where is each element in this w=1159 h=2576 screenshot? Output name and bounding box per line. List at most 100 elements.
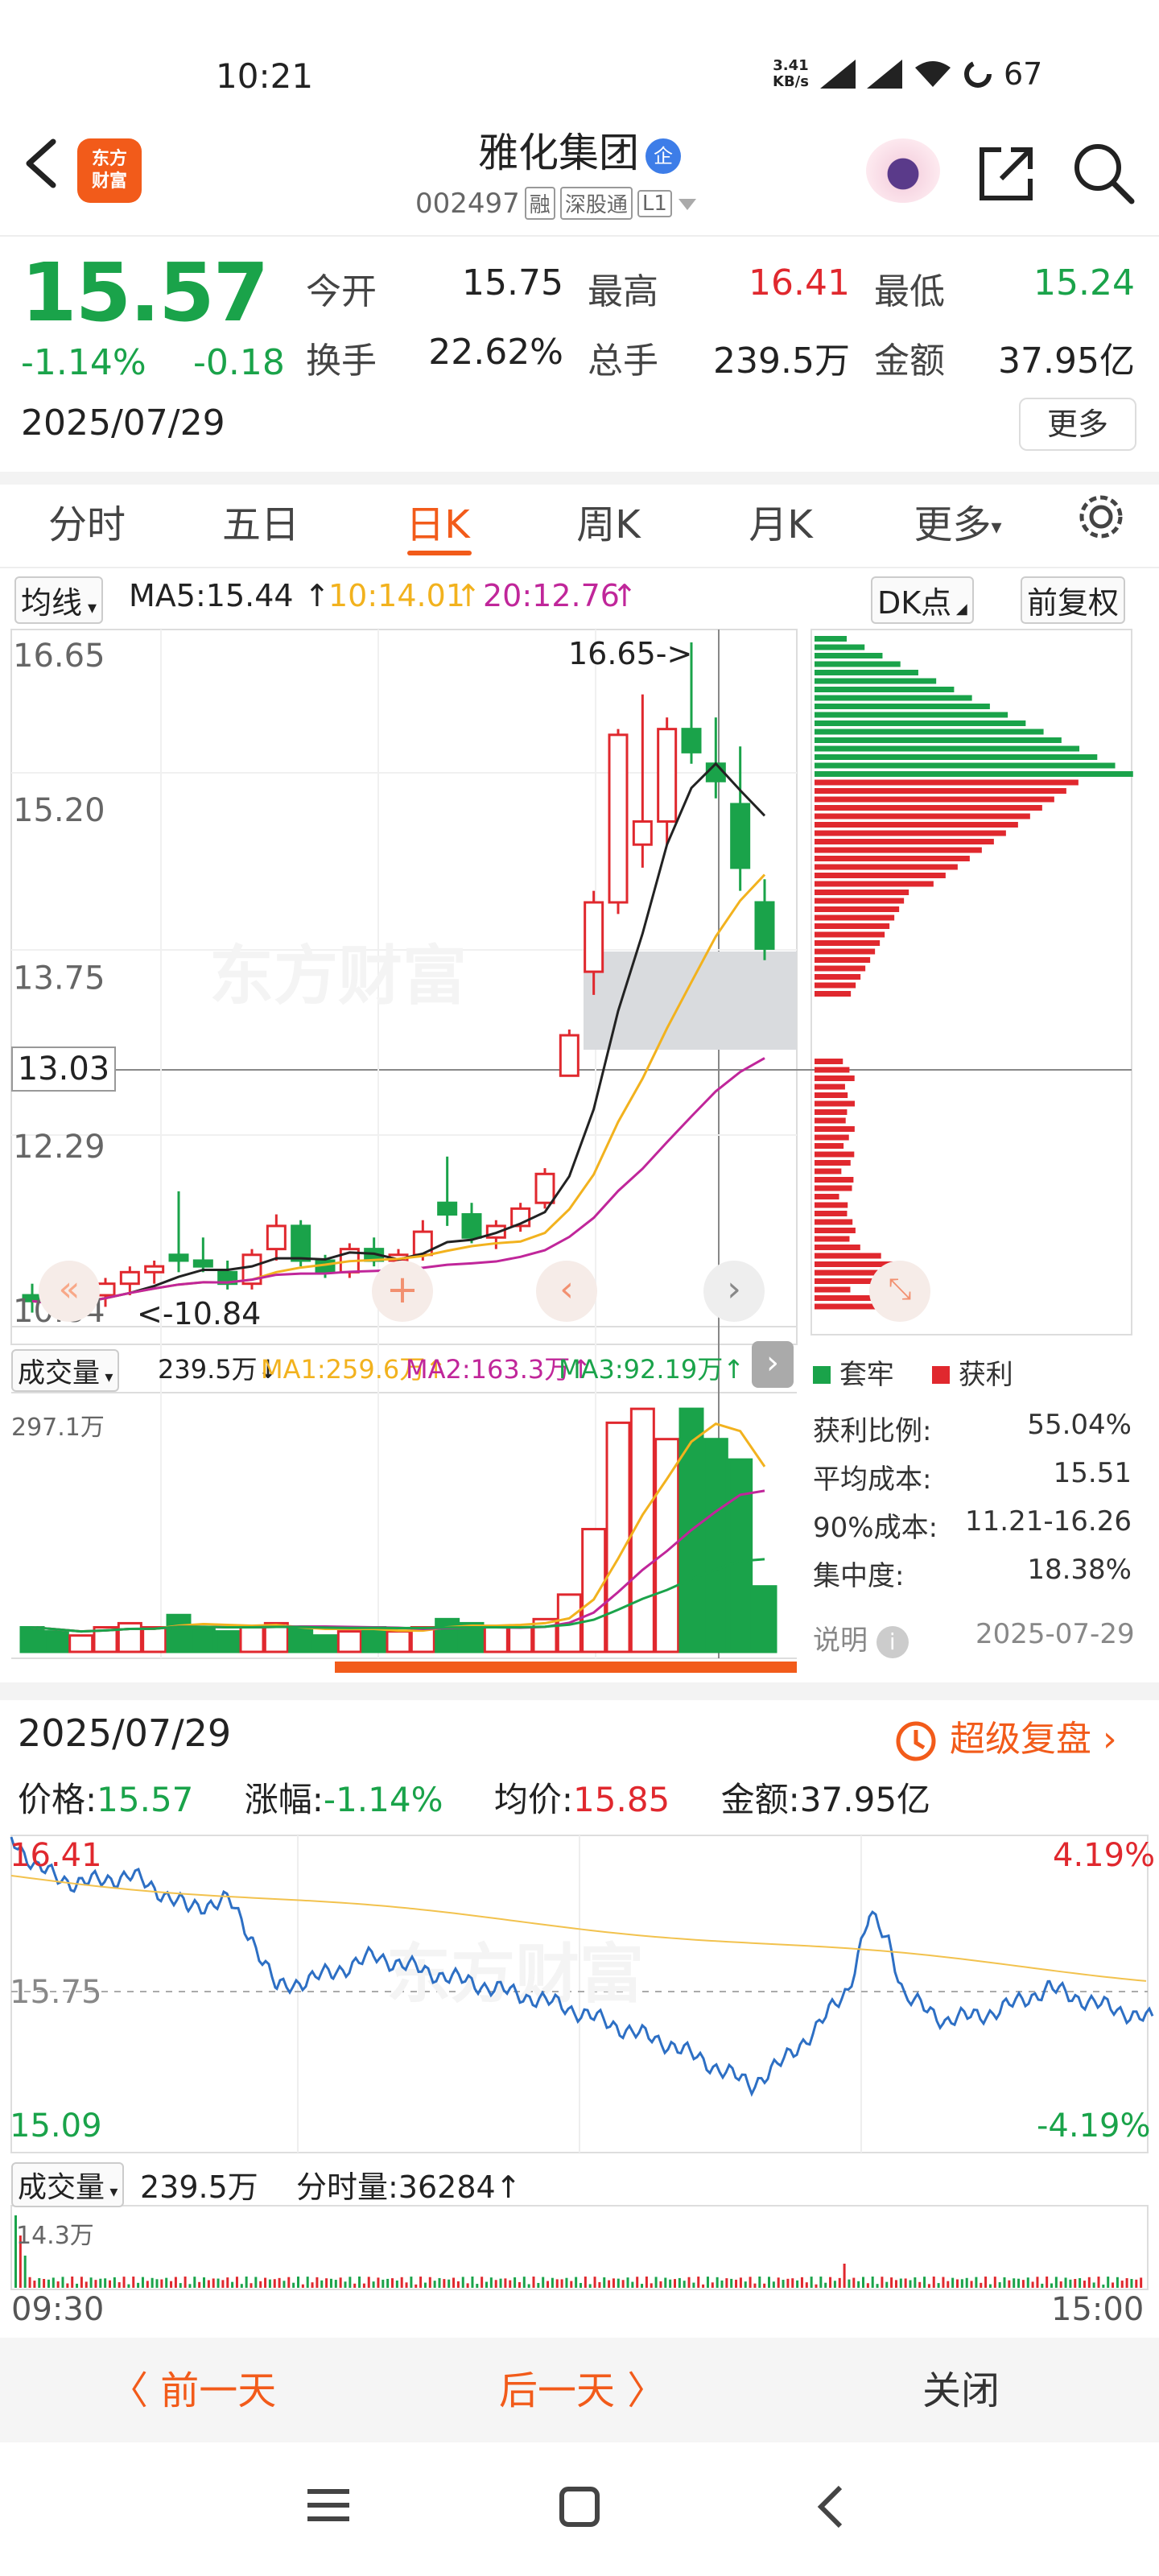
tab-monthly-k[interactable]: 月K xyxy=(708,493,853,549)
intraday-vol-bar xyxy=(580,2282,582,2288)
ma20-arrow-icon: ↑ xyxy=(612,578,637,613)
tab-weekly-k[interactable]: 周K xyxy=(536,493,681,549)
dk-point-button[interactable]: DK点 ◢ xyxy=(871,576,974,624)
intraday-vol-bar xyxy=(494,2280,497,2288)
candle-body xyxy=(632,819,653,846)
intraday-vol-bar xyxy=(749,2277,752,2288)
chip-note[interactable]: 说明 i xyxy=(813,1618,909,1658)
intraday-vol-bar xyxy=(509,2280,512,2288)
intraday-vol-bar xyxy=(612,2278,615,2288)
volume-bar xyxy=(508,1626,534,1653)
nav-back-icon[interactable] xyxy=(813,2483,848,2531)
intraday-vol-bar xyxy=(391,2278,394,2288)
ai-assistant-icon[interactable] xyxy=(866,138,940,203)
chip-bar xyxy=(815,720,1026,726)
chip-bar xyxy=(815,704,990,709)
more-quote-button[interactable]: 更多 xyxy=(1019,398,1136,451)
intraday-vol-bar xyxy=(38,2278,41,2288)
intraday-vol-bar xyxy=(1087,2277,1091,2288)
intraday-vol-bar xyxy=(184,2277,187,2288)
change-amount: -0.18 xyxy=(193,342,285,383)
intraday-pct-low: -4.19% xyxy=(1037,2107,1151,2145)
screen: { "status_bar": {"time": "10:21", "speed… xyxy=(0,0,1159,2576)
expand-chip-button[interactable]: ⤡ xyxy=(869,1261,930,1322)
intraday-vol-bar xyxy=(485,2281,488,2288)
search-icon[interactable] xyxy=(1069,138,1136,206)
prev-day-button[interactable]: 〈 前一天 xyxy=(109,2359,276,2415)
intraday-vol-bar xyxy=(207,2280,210,2288)
amt-value: 37.95亿 xyxy=(799,1780,931,1819)
intraday-vol-bar xyxy=(980,2282,983,2288)
enterprise-badge: 企 xyxy=(645,138,681,174)
intraday-vol-bar xyxy=(645,2277,648,2288)
adjust-button[interactable]: 前复权 xyxy=(1021,576,1126,624)
intraday-vol-bar xyxy=(212,2278,215,2288)
stock-code-row[interactable]: 002497 融 深股通 L1 xyxy=(415,187,698,220)
scroll-right-button[interactable]: › xyxy=(703,1261,765,1322)
indicator-selector[interactable]: 均线 ▾ xyxy=(14,576,104,624)
chip-bar xyxy=(815,923,890,929)
intraday-vol-bar xyxy=(311,2282,314,2288)
scroll-start-button[interactable]: « xyxy=(39,1261,100,1322)
intraday-vol-bar xyxy=(810,2277,813,2288)
intraday-vol-bar xyxy=(899,2278,902,2288)
intraday-vol-bar xyxy=(584,2277,587,2288)
volume-max: 297.1万 xyxy=(11,1414,105,1442)
avg-value: 15.85 xyxy=(573,1780,670,1819)
time-start: 09:30 xyxy=(11,2291,105,2328)
zoom-in-button[interactable]: + xyxy=(372,1261,433,1322)
expand-indicator-button[interactable]: › xyxy=(752,1341,794,1388)
active-tab-indicator xyxy=(407,551,472,555)
chip-bar xyxy=(815,1109,848,1115)
intraday-vol-bar xyxy=(217,2278,220,2288)
intraday-vol-bar xyxy=(1102,2284,1105,2288)
chip-bar xyxy=(815,830,1006,836)
intraday-vol-bar xyxy=(320,2280,324,2288)
chip-bar xyxy=(815,1228,856,1233)
settings-gear-icon[interactable] xyxy=(1075,491,1127,543)
intraday-chart[interactable]: 东方财富 xyxy=(0,1827,1159,2310)
intraday-vol-bar xyxy=(636,2277,639,2288)
intraday-vol-bar xyxy=(1008,2280,1011,2288)
intraday-vol-bar xyxy=(758,2277,761,2288)
tab-more[interactable]: 更多▾ xyxy=(893,493,1022,549)
menu-icon[interactable] xyxy=(306,2484,351,2526)
volume-selector[interactable]: 成交量 ▾ xyxy=(11,1349,120,1392)
tab-more-caret-icon: ▾ xyxy=(991,515,1002,539)
intraday-vol-bar xyxy=(415,2284,418,2288)
chip-bar xyxy=(815,1202,848,1208)
intraday-vol-bar xyxy=(43,2279,46,2288)
tab-intraday[interactable]: 分时 xyxy=(14,493,159,549)
intraday-vol-bar xyxy=(316,2277,319,2288)
price-axis: 16.6515.2013.7512.2910.84 xyxy=(13,638,105,1330)
price-axis-label: 13.75 xyxy=(13,960,105,997)
intraday-mid: 15.75 xyxy=(10,1974,102,2011)
intraday-vol-bar xyxy=(659,2281,662,2288)
close-button[interactable]: 关闭 xyxy=(922,2359,1000,2415)
intraday-vol-selector[interactable]: 成交量 ▾ xyxy=(11,2162,125,2207)
intraday-vol-bar xyxy=(547,2281,550,2288)
intraday-vol-bar xyxy=(876,2284,879,2288)
chip-bar xyxy=(815,737,1062,743)
legend-huo-swatch xyxy=(932,1366,950,1384)
tab-daily-k[interactable]: 日K xyxy=(365,493,510,549)
intraday-vol-bar xyxy=(104,2278,107,2288)
chip-bar xyxy=(815,754,1098,760)
chip-bar xyxy=(815,1117,846,1124)
tab-five-day[interactable]: 五日 xyxy=(188,493,333,549)
super-replay-button[interactable]: 超级复盘 › xyxy=(893,1710,1117,1764)
intraday-vol-bar xyxy=(428,2277,431,2288)
intraday-vol-bar xyxy=(240,2284,243,2288)
intraday-vol-bar xyxy=(476,2284,479,2288)
scroll-left-button[interactable]: ‹ xyxy=(536,1261,597,1322)
intraday-vol-bar xyxy=(329,2278,332,2288)
chip-bar xyxy=(815,890,909,895)
chip-stat-label: 90%成本: xyxy=(813,1512,938,1544)
home-icon[interactable] xyxy=(557,2484,602,2529)
chip-bar xyxy=(815,670,918,675)
intraday-vol-bar xyxy=(894,2280,897,2288)
intraday-vol-bar xyxy=(914,2277,917,2288)
intraday-vol-bar xyxy=(551,2277,554,2288)
next-day-button[interactable]: 后一天 〉 xyxy=(499,2359,666,2415)
share-icon[interactable] xyxy=(974,142,1038,206)
